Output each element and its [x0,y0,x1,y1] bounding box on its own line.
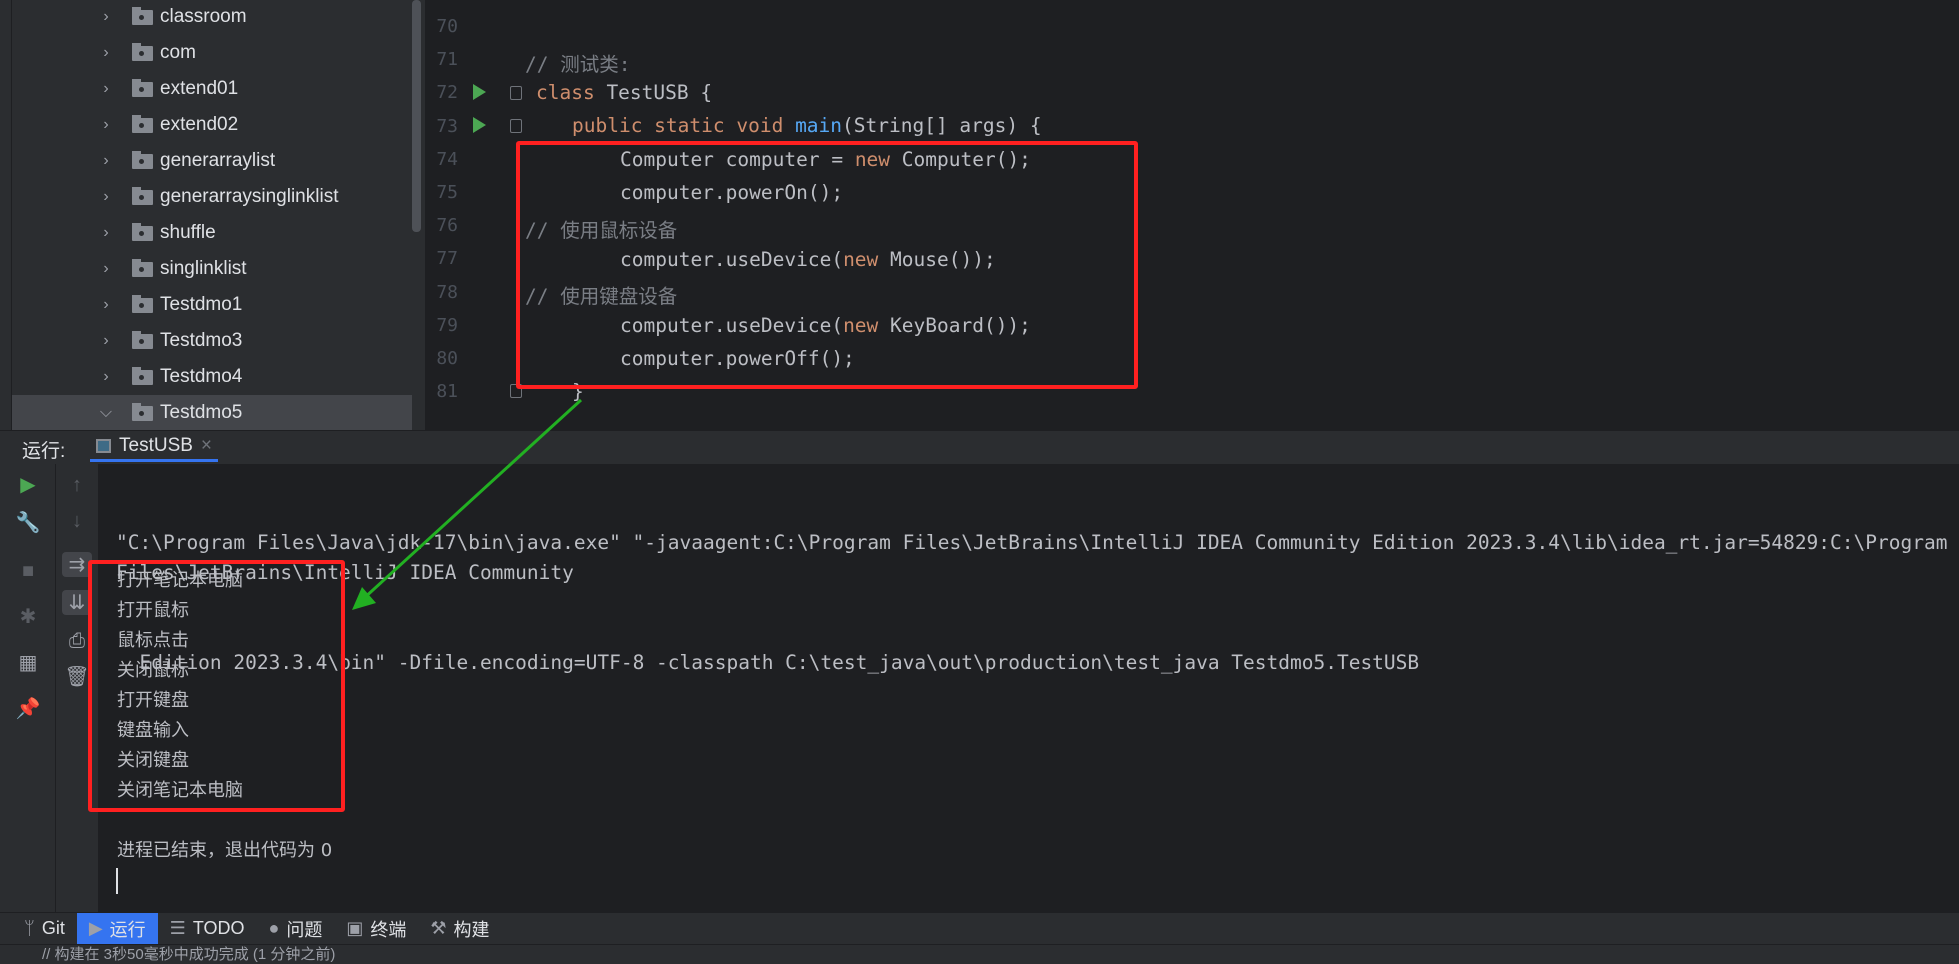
tool-window-terminal[interactable]: ▣ 终端 [334,913,418,945]
problems-icon: ● [268,918,280,938]
tool-window-label: 构建 [453,919,490,940]
todo-icon: ☰ [169,918,186,938]
tool-window-todo[interactable]: ☰ TODO [158,913,257,945]
tool-window-label: 终端 [370,919,407,940]
tool-window-problems[interactable]: ● 问题 [256,913,334,945]
tool-window-git[interactable]: ᛘ Git [12,913,77,945]
arrow-line [360,398,583,602]
bottom-toolbar: ᛘ Git ▶ 运行 ☰ TODO ● 问题 ▣ 终端 ⚒ 构建 [0,912,1959,945]
status-text: // 构建在 3秒50毫秒中成功完成 (1 分钟之前) [42,946,336,963]
git-icon: ᛘ [24,918,35,938]
tool-window-label: TODO [192,918,245,938]
status-bar: // 构建在 3秒50毫秒中成功完成 (1 分钟之前) [0,944,1959,964]
tool-window-label: 问题 [286,919,323,940]
run-icon: ▶ [88,918,103,938]
tool-window-label: 运行 [109,919,146,940]
tool-window-label: Git [41,918,65,938]
annotation-arrow [352,398,583,610]
tool-window-run[interactable]: ▶ 运行 [76,912,158,945]
tool-window-build[interactable]: ⚒ 构建 [418,913,501,945]
terminal-icon: ▣ [346,918,364,938]
build-icon: ⚒ [430,918,447,938]
